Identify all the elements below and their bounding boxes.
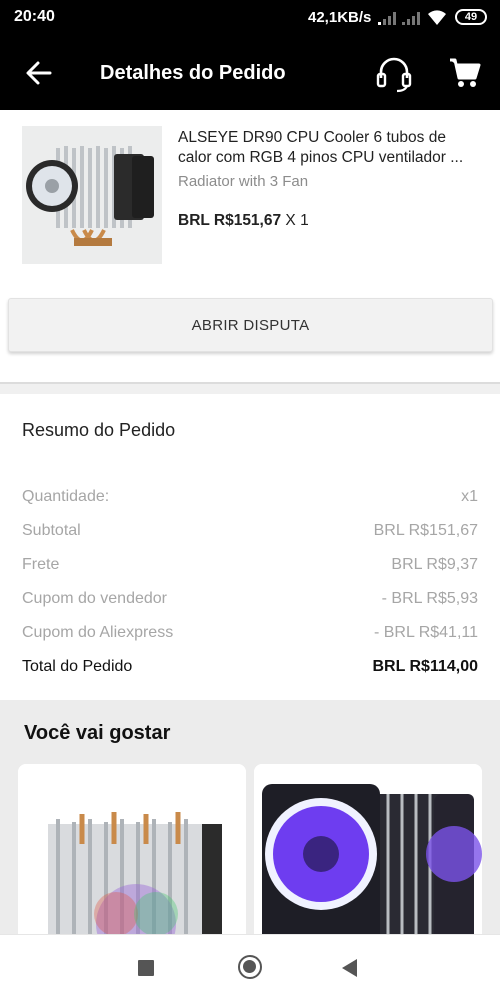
recommendations-title: Você vai gostar <box>24 722 171 744</box>
signal-icon <box>402 12 420 25</box>
status-bar: 20:40 42,1KB/s 49 <box>0 0 500 36</box>
product-quantity: X 1 <box>285 212 309 229</box>
summary-label: Frete <box>22 556 60 573</box>
summary-value: - BRL R$5,93 <box>381 590 478 607</box>
product-image[interactable] <box>22 126 162 264</box>
product-price-line: BRL R$151,67 X 1 <box>178 212 309 230</box>
summary-value: BRL R$151,67 <box>373 522 478 539</box>
headset-support-icon[interactable] <box>374 54 414 94</box>
open-dispute-button[interactable]: ABRIR DISPUTA <box>8 298 493 352</box>
recommended-product-card[interactable] <box>18 764 246 934</box>
summary-row-aliexpress-coupon: Cupom do Aliexpress - BRL R$41,11 <box>22 624 478 646</box>
summary-label: Subtotal <box>22 522 81 539</box>
network-speed: 42,1KB/s <box>308 9 372 26</box>
summary-label: Cupom do vendedor <box>22 590 167 607</box>
order-item: ALSEYE DR90 CPU Cooler 6 tubos de calor … <box>0 110 500 384</box>
summary-label: Quantidade: <box>22 488 110 505</box>
app-bar: Detalhes do Pedido <box>0 36 500 110</box>
product-name[interactable]: ALSEYE DR90 CPU Cooler 6 tubos de calor … <box>178 128 482 168</box>
summary-row-subtotal: Subtotal BRL R$151,67 <box>22 522 478 544</box>
system-nav-bar <box>0 934 500 1000</box>
product-variant: Radiator with 3 Fan <box>178 173 309 190</box>
battery-icon: 49 <box>455 9 487 25</box>
order-summary: Resumo do Pedido Quantidade: x1 Subtotal… <box>0 394 500 700</box>
cart-icon[interactable] <box>448 56 482 90</box>
summary-title: Resumo do Pedido <box>22 420 176 440</box>
product-price: BRL R$151,67 <box>178 212 282 229</box>
summary-value: - BRL R$41,11 <box>373 624 478 641</box>
summary-value: BRL R$9,37 <box>391 556 478 573</box>
back-arrow-icon[interactable] <box>22 56 56 90</box>
signal-icon <box>378 12 396 25</box>
recommended-product-card[interactable] <box>254 764 482 934</box>
recommended-product-image <box>18 764 246 934</box>
section-divider <box>0 382 500 394</box>
summary-label: Cupom do Aliexpress <box>22 624 174 641</box>
recommended-product-image <box>254 764 482 934</box>
summary-row-seller-coupon: Cupom do vendedor - BRL R$5,93 <box>22 590 478 612</box>
summary-value: x1 <box>461 488 478 505</box>
summary-row-quantity: Quantidade: x1 <box>22 488 478 510</box>
page-title: Detalhes do Pedido <box>100 62 286 84</box>
wifi-icon <box>428 10 446 25</box>
summary-value: BRL R$114,00 <box>372 658 478 675</box>
summary-label: Total do Pedido <box>22 658 133 675</box>
home-icon[interactable] <box>238 955 262 979</box>
summary-row-total: Total do Pedido BRL R$114,00 <box>22 658 478 680</box>
recent-apps-icon[interactable] <box>138 960 154 976</box>
system-back-icon[interactable] <box>342 959 357 977</box>
recommendations-section: Você vai gostar <box>0 700 500 934</box>
status-time: 20:40 <box>14 8 55 25</box>
summary-row-shipping: Frete BRL R$9,37 <box>22 556 478 578</box>
